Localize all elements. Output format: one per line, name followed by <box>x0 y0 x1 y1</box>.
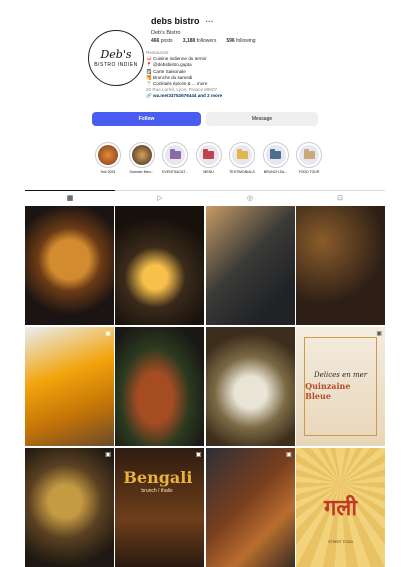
reel-icon: ▣ <box>195 451 202 458</box>
post-thumbnail[interactable]: ▣ <box>25 447 114 567</box>
avatar-logo-text: Deb's <box>100 47 132 61</box>
username: debs bistro <box>151 16 200 26</box>
post-thumbnail[interactable] <box>115 326 205 447</box>
highlight-item[interactable]: TESTIMONIALS <box>229 142 255 174</box>
posts-count: 466 posts <box>151 38 173 44</box>
story-highlights: Holi 2024 Summer Men... EVENTS&CAT... ME… <box>95 142 322 174</box>
highlight-item[interactable]: Summer Men... <box>128 142 155 174</box>
highlight-cover <box>98 145 118 165</box>
folder-icon <box>169 149 181 159</box>
folder-icon <box>236 149 248 159</box>
collab-icon[interactable]: ◎ <box>205 191 295 204</box>
highlight-item[interactable]: Holi 2024 <box>95 142 121 174</box>
follow-button[interactable]: Follow <box>92 112 201 126</box>
post-thumbnail[interactable]: ▣ <box>205 447 295 567</box>
highlight-label: EVENTS&CAT... <box>162 170 188 174</box>
post-thumbnail[interactable] <box>296 206 385 326</box>
menu-poster: Delices en mer Quinzaine Bleue <box>304 336 377 437</box>
profile-header: debs bistro ··· Deb's Bistro <box>151 16 391 36</box>
post-thumbnail[interactable]: ▣ Delices en mer Quinzaine Bleue <box>296 326 385 447</box>
following-count[interactable]: 596 following <box>226 38 255 44</box>
followers-count[interactable]: 3,188 followers <box>183 38 217 44</box>
highlight-item[interactable]: FOOD TOUR <box>296 142 322 174</box>
highlight-label: TESTIMONIALS <box>229 170 255 174</box>
post-thumbnail[interactable]: गली STREET FOOD <box>296 447 385 567</box>
highlight-label: FOOD TOUR <box>298 170 320 174</box>
highlight-label: Holi 2024 <box>100 170 116 174</box>
bio-link[interactable]: 🔗 wa.me/33752676444 and 2 more <box>146 93 346 99</box>
folder-icon <box>270 149 281 159</box>
tagged-icon[interactable]: ⊡ <box>295 191 385 204</box>
avatar-logo-subtext: BISTRO INDIEN <box>94 61 138 68</box>
posts-grid-icon[interactable]: ▦ <box>25 190 115 204</box>
highlight-item[interactable]: BRUNCH SA... <box>262 142 289 174</box>
folder-icon <box>303 149 315 159</box>
post-thumbnail[interactable] <box>115 206 205 326</box>
highlight-label: MENU <box>203 170 214 174</box>
highlight-item[interactable]: MENU <box>195 142 222 174</box>
reel-icon: ▣ <box>105 330 111 337</box>
reel-icon: ▣ <box>285 451 292 458</box>
reel-icon: ▣ <box>105 451 111 458</box>
ellipsis-icon[interactable]: ··· <box>206 17 214 26</box>
poster-subtitle: Quinzaine Bleue <box>305 381 351 402</box>
reels-icon[interactable]: ▷ <box>115 191 205 204</box>
folder-icon <box>203 149 214 159</box>
reel-subtitle: brunch / thalis <box>141 487 173 494</box>
post-thumbnail[interactable]: ▣ <box>25 326 114 447</box>
post-thumbnail[interactable] <box>205 326 295 447</box>
poster-hindi-subtitle: STREET FOOD <box>328 539 353 544</box>
reel-title: Bengali <box>123 467 193 487</box>
profile-stats: 466 posts 3,188 followers 596 following <box>151 38 256 44</box>
full-name: Deb's Bistro <box>151 30 181 36</box>
highlight-label: BRUNCH SA... <box>263 170 288 174</box>
profile-bio: Restaurant 🍛 Cuisine indienne du terroir… <box>146 50 346 100</box>
poster-title: Delices en mer <box>314 371 368 380</box>
highlight-item[interactable]: EVENTS&CAT... <box>162 142 188 174</box>
highlight-label: Summer Men... <box>129 170 154 174</box>
profile-avatar[interactable]: Deb's BISTRO INDIEN <box>88 30 144 86</box>
message-button[interactable]: Message <box>206 112 318 126</box>
carousel-icon: ▣ <box>376 330 382 337</box>
post-thumbnail[interactable]: ▣ Bengali brunch / thalis <box>115 447 205 567</box>
profile-tabs: ▦ ▷ ◎ ⊡ <box>25 190 385 204</box>
highlight-cover <box>131 145 152 165</box>
post-thumbnail[interactable] <box>25 206 114 326</box>
posts-grid: ▣ ▣ Delices en mer Quinzaine Bleue ▣ ▣ B… <box>25 206 385 567</box>
poster-hindi-title: गली <box>324 495 358 521</box>
post-thumbnail[interactable] <box>205 206 295 326</box>
